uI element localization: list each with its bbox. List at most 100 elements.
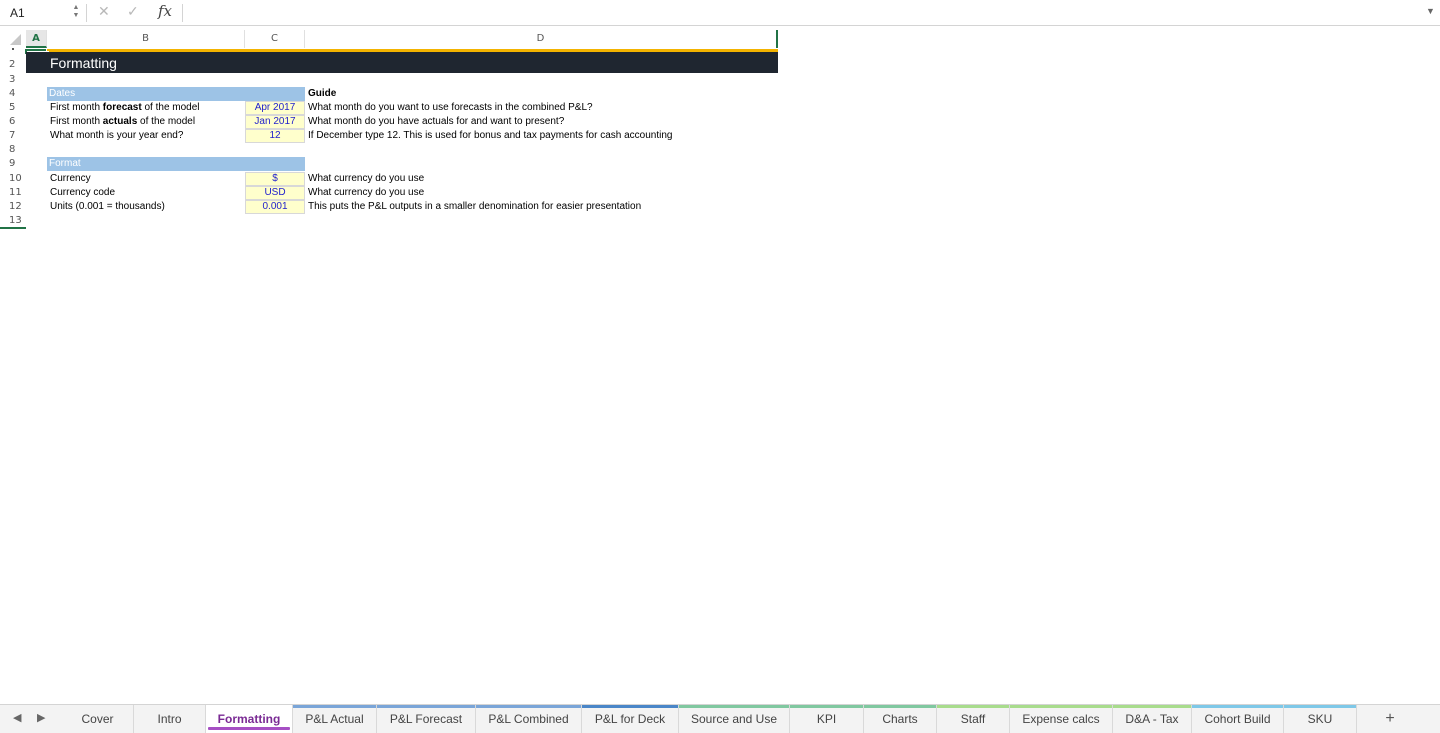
- tab-label: Staff: [960, 712, 986, 726]
- tab-source-and-use[interactable]: Source and Use: [679, 705, 790, 733]
- year-end-label: What month is your year end?: [50, 129, 183, 143]
- tab-da-tax[interactable]: D&A - Tax: [1113, 705, 1192, 733]
- tab-label: Expense calcs: [1022, 712, 1100, 726]
- guide-text: What currency do you use: [308, 187, 425, 198]
- row-header[interactable]: 4: [0, 87, 26, 101]
- tab-color-strip: [1192, 705, 1283, 708]
- column-header-c[interactable]: C: [245, 30, 305, 48]
- tab-label: P&L Forecast: [389, 712, 463, 726]
- currency-label: Currency: [50, 173, 91, 184]
- used-range-marker: [0, 227, 26, 229]
- row-header[interactable]: 6: [0, 115, 26, 129]
- spreadsheet-grid[interactable]: A B C D 2 3 4 5 6 7 8 9 10 11 12 13 Form…: [0, 30, 1440, 704]
- actuals-month-label: First month actuals of the model: [50, 115, 195, 129]
- expand-formula-bar-icon[interactable]: ▼: [1426, 6, 1435, 16]
- column-header-d[interactable]: D: [305, 30, 778, 48]
- tab-label: D&A - Tax: [1125, 712, 1179, 726]
- formula-bar-divider: [86, 4, 87, 22]
- sheet-tab-bar: ◀ ▶ Cover Intro Formatting P&L Actual P&…: [0, 704, 1440, 733]
- tab-pl-for-deck[interactable]: P&L for Deck: [582, 705, 679, 733]
- label-text: of the model: [141, 102, 200, 113]
- tab-color-strip: [582, 705, 678, 708]
- tab-expense-calcs[interactable]: Expense calcs: [1010, 705, 1113, 733]
- row-header[interactable]: 8: [0, 143, 26, 157]
- add-sheet-button[interactable]: +: [1378, 709, 1402, 729]
- row-header[interactable]: 3: [0, 73, 26, 87]
- tab-label: P&L Actual: [305, 712, 364, 726]
- row-header[interactable]: 7: [0, 129, 26, 143]
- year-end-input[interactable]: 12: [245, 129, 305, 143]
- formula-bar-divider: [182, 4, 183, 22]
- tab-label: SKU: [1307, 712, 1333, 726]
- select-all-corner[interactable]: [0, 30, 26, 48]
- tab-label: P&L for Deck: [594, 712, 666, 726]
- label-text: What month is your year end?: [50, 130, 184, 141]
- label-bold-text: actuals: [102, 116, 138, 127]
- label-bold-text: forecast: [102, 102, 142, 113]
- label-text: of the model: [137, 116, 196, 127]
- tab-label: Intro: [157, 712, 182, 726]
- scroll-tabs-left-icon[interactable]: ◀: [13, 711, 21, 724]
- tab-kpi[interactable]: KPI: [790, 705, 864, 733]
- row-header[interactable]: 9: [0, 157, 26, 171]
- tab-color-strip: [790, 705, 863, 708]
- guide-text: If December type 12. This is used for bo…: [308, 130, 673, 141]
- currency-code-label: Currency code: [50, 187, 116, 198]
- tab-color-strip: [377, 705, 475, 708]
- currency-input[interactable]: $: [245, 172, 305, 186]
- function-icon[interactable]: fx: [158, 2, 172, 20]
- row-header[interactable]: 13: [0, 214, 26, 228]
- tab-color-strip: [1284, 705, 1356, 708]
- tab-label: P&L Combined: [488, 712, 569, 726]
- tab-pl-actual[interactable]: P&L Actual: [293, 705, 377, 733]
- name-box-stepper-icon[interactable]: ▲ ▼: [72, 4, 80, 22]
- tab-charts[interactable]: Charts: [864, 705, 937, 733]
- tab-cover[interactable]: Cover: [62, 705, 134, 733]
- row-header[interactable]: 2: [0, 58, 26, 72]
- currency-code-input[interactable]: USD: [245, 186, 305, 200]
- tab-color-strip: [864, 705, 936, 708]
- tab-pl-forecast[interactable]: P&L Forecast: [377, 705, 476, 733]
- column-header-b[interactable]: B: [47, 30, 245, 48]
- tab-formatting[interactable]: Formatting: [206, 705, 293, 733]
- tab-staff[interactable]: Staff: [937, 705, 1010, 733]
- dates-section-header: Dates: [47, 87, 305, 101]
- tab-color-strip: [62, 705, 133, 708]
- forecast-month-input[interactable]: Apr 2017: [245, 101, 305, 115]
- frozen-row-marker: [12, 48, 14, 50]
- formula-input[interactable]: [186, 3, 1420, 25]
- tab-label: Cover: [81, 712, 114, 726]
- guide-text: What month do you have actuals for and w…: [308, 116, 565, 127]
- guide-header: Guide: [308, 88, 337, 99]
- row-header[interactable]: 11: [0, 186, 26, 200]
- tab-label: KPI: [816, 712, 837, 726]
- confirm-icon[interactable]: ✓: [127, 3, 139, 20]
- actuals-month-input[interactable]: Jan 2017: [245, 115, 305, 129]
- row-header[interactable]: 10: [0, 172, 26, 186]
- tab-pl-combined[interactable]: P&L Combined: [476, 705, 582, 733]
- page-title: Formatting: [50, 55, 117, 71]
- tab-label: Charts: [882, 712, 918, 726]
- guide-text: What month do you want to use forecasts …: [308, 102, 593, 113]
- select-all-icon: [10, 34, 21, 45]
- tab-color-strip: [293, 705, 376, 708]
- tab-cohort-build[interactable]: Cohort Build: [1192, 705, 1284, 733]
- row-header[interactable]: 5: [0, 101, 26, 115]
- guide-text: This puts the P&L outputs in a smaller d…: [308, 201, 642, 212]
- tab-color-strip: [1010, 705, 1112, 708]
- units-input[interactable]: 0.001: [245, 200, 305, 214]
- tab-color-strip: [937, 705, 1009, 708]
- column-header-a[interactable]: A: [26, 30, 47, 48]
- format-section-header: Format: [47, 157, 305, 171]
- tab-sku[interactable]: SKU: [1284, 705, 1357, 733]
- tab-color-strip: [476, 705, 581, 708]
- label-text: First month: [50, 116, 103, 127]
- cancel-icon[interactable]: ✕: [98, 3, 110, 20]
- title-band: [26, 52, 778, 73]
- tab-color-strip: [679, 705, 789, 708]
- tab-intro[interactable]: Intro: [134, 705, 206, 733]
- formula-bar: A1 ▲ ▼ ✕ ✓ fx ▼: [0, 0, 1440, 26]
- row-header[interactable]: 12: [0, 200, 26, 214]
- tab-label: Source and Use: [690, 712, 778, 726]
- scroll-tabs-right-icon[interactable]: ▶: [37, 711, 45, 724]
